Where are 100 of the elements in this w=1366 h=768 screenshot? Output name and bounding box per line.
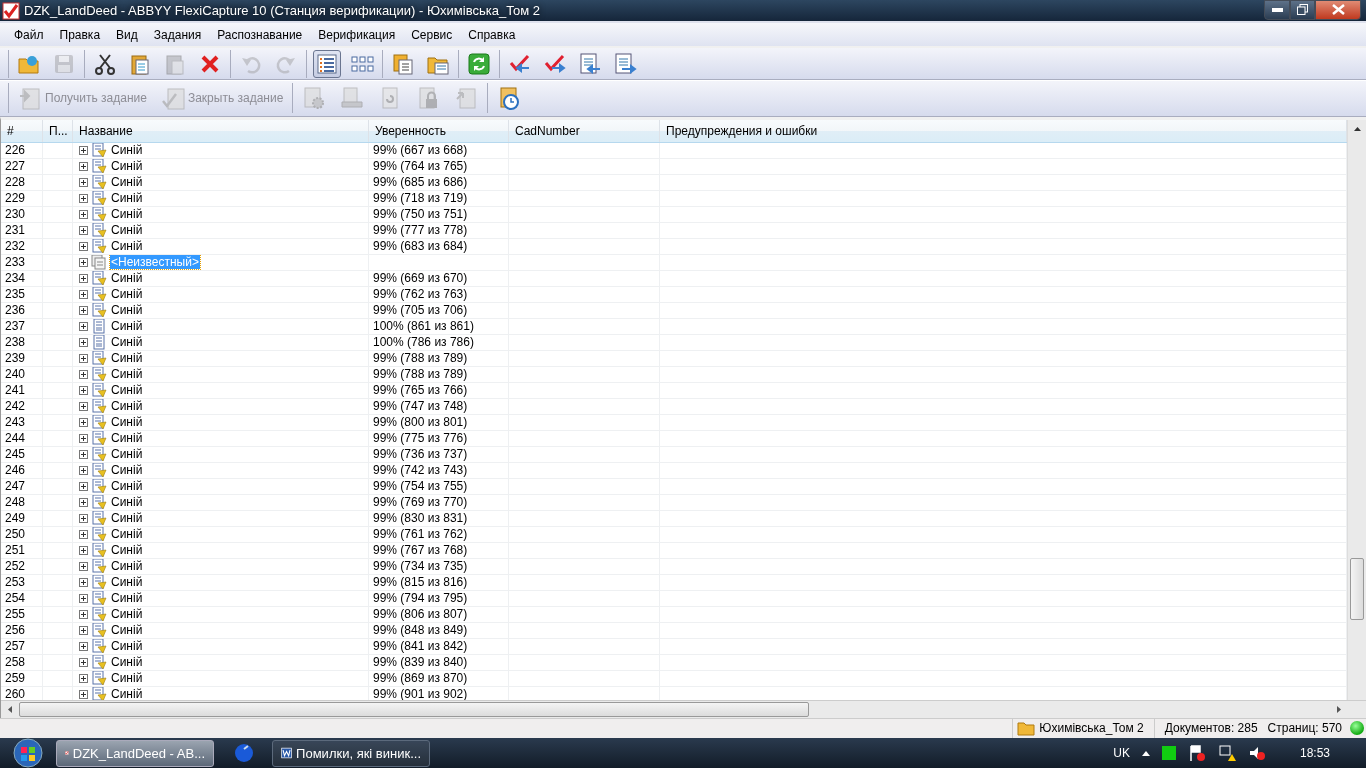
confidence-cell: 99% (734 из 735) xyxy=(373,559,468,574)
row-number: 247 xyxy=(1,478,43,494)
menu-item[interactable]: Верификация xyxy=(310,27,404,42)
taskbar-button[interactable]: DZK_LandDeed - AB... xyxy=(56,739,214,767)
chevron-up-icon xyxy=(1141,750,1150,756)
confidence-cell: 99% (667 из 668) xyxy=(373,143,468,158)
close-button[interactable] xyxy=(1315,0,1361,20)
document-name[interactable]: Синій xyxy=(110,463,144,478)
document-name[interactable]: Синій xyxy=(110,159,144,174)
document-name[interactable]: Синій xyxy=(110,447,144,462)
menu-item[interactable]: Распознавание xyxy=(209,27,311,42)
row-number: 255 xyxy=(1,606,43,622)
document-name[interactable]: Синій xyxy=(110,415,144,430)
minimize-button[interactable] xyxy=(1264,0,1290,20)
column-header[interactable]: Уверенность xyxy=(369,119,509,142)
document-name[interactable]: Синій xyxy=(110,351,144,366)
scroll-left-icon xyxy=(8,705,12,713)
expand-icon xyxy=(79,193,88,203)
taskbar-button[interactable]: Помилки, які виник... xyxy=(272,739,430,767)
document-name[interactable]: Синій xyxy=(110,287,144,302)
document-arrow-right-icon xyxy=(613,51,637,76)
document-name[interactable]: Синій xyxy=(110,495,144,510)
document-flag-icon xyxy=(91,302,107,318)
document-name[interactable]: Синій xyxy=(110,367,144,382)
document-name[interactable]: Синій xyxy=(110,271,144,286)
document-name[interactable]: Синій xyxy=(110,479,144,494)
document-name[interactable]: Синій xyxy=(110,303,144,318)
expand-icon xyxy=(79,545,88,555)
restore-icon xyxy=(1297,4,1308,16)
confidence-cell: 99% (736 из 737) xyxy=(373,447,468,462)
document-name[interactable]: Синій xyxy=(110,623,144,638)
column-header[interactable]: Название xyxy=(73,119,369,142)
document-name[interactable]: Синій xyxy=(110,143,144,158)
document-name[interactable]: Синій xyxy=(110,223,144,238)
confidence-cell: 99% (839 из 840) xyxy=(373,655,468,670)
document-flag-icon xyxy=(91,542,107,558)
restore-button[interactable] xyxy=(1290,0,1315,20)
menu-item[interactable]: Задания xyxy=(145,27,210,42)
expand-icon xyxy=(79,161,88,171)
document-flag-icon xyxy=(91,222,107,238)
document-name[interactable]: Синій xyxy=(110,191,144,206)
language-indicator[interactable]: UK xyxy=(1113,746,1130,760)
document-flag-icon xyxy=(91,638,107,654)
vertical-scrollbar[interactable] xyxy=(1347,119,1366,700)
document-name[interactable]: Синій xyxy=(110,319,144,334)
expand-icon xyxy=(79,273,88,283)
menu-item[interactable]: Вид xyxy=(108,27,146,42)
clipboard-arrow-icon xyxy=(454,86,479,111)
document-name[interactable]: Синій xyxy=(110,239,144,254)
document-name[interactable]: Синій xyxy=(110,527,144,542)
confidence-cell: 99% (775 из 776) xyxy=(373,431,468,446)
document-name[interactable]: Синій xyxy=(110,607,144,622)
document-name[interactable]: Синій xyxy=(110,543,144,558)
document-flag-icon xyxy=(91,398,107,414)
row-number: 243 xyxy=(1,414,43,430)
column-header[interactable]: CadNumber xyxy=(509,119,660,142)
scroll-thumb[interactable] xyxy=(19,701,809,717)
expand-icon xyxy=(79,449,88,459)
scanner-icon xyxy=(340,86,365,111)
clipboard-check-icon xyxy=(160,86,185,111)
document-name[interactable]: Синій xyxy=(110,639,144,654)
refresh-icon xyxy=(467,51,491,76)
scroll-thumb[interactable] xyxy=(1350,557,1364,620)
document-flag-icon xyxy=(91,158,107,174)
document-name[interactable]: Синій xyxy=(110,671,144,686)
document-name[interactable]: Синій xyxy=(110,335,144,350)
document-name[interactable]: Синій xyxy=(110,575,144,590)
document-name[interactable]: Синій xyxy=(110,399,144,414)
confidence-cell: 99% (777 из 778) xyxy=(373,223,468,238)
expand-icon xyxy=(79,241,88,251)
menu-item[interactable]: Файл xyxy=(6,27,52,42)
expand-icon xyxy=(79,481,88,491)
document-name[interactable]: Синій xyxy=(110,175,144,190)
confidence-cell: 99% (806 из 807) xyxy=(373,607,468,622)
toolbar-button[interactable] xyxy=(313,49,341,78)
expand-icon xyxy=(79,385,88,395)
clipboard-arrow-icon xyxy=(18,86,42,111)
column-header[interactable]: # xyxy=(1,119,43,142)
expand-icon xyxy=(79,561,88,571)
menu-item[interactable]: Сервис xyxy=(403,27,461,42)
column-header[interactable]: П... xyxy=(43,119,73,142)
document-name[interactable]: Синій xyxy=(110,687,144,700)
scroll-up-icon xyxy=(1353,126,1361,131)
expand-icon xyxy=(79,593,88,603)
expand-icon xyxy=(79,145,88,155)
document-name[interactable]: Синій xyxy=(110,655,144,670)
document-name[interactable]: Синій xyxy=(110,431,144,446)
expand-icon xyxy=(79,177,88,187)
horizontal-scrollbar[interactable] xyxy=(1,699,1366,718)
document-name[interactable]: Синій xyxy=(110,559,144,574)
menu-item[interactable]: Правка xyxy=(51,27,109,42)
document-name[interactable]: Синій xyxy=(110,511,144,526)
document-name[interactable]: Синій xyxy=(110,207,144,222)
row-number: 252 xyxy=(1,558,43,574)
document-name[interactable]: Синій xyxy=(110,383,144,398)
confidence-cell: 99% (869 из 870) xyxy=(373,671,468,686)
expand-icon xyxy=(79,465,88,475)
row-number: 254 xyxy=(1,590,43,606)
document-name[interactable]: Синій xyxy=(110,591,144,606)
menu-item[interactable]: Справка xyxy=(460,27,524,42)
